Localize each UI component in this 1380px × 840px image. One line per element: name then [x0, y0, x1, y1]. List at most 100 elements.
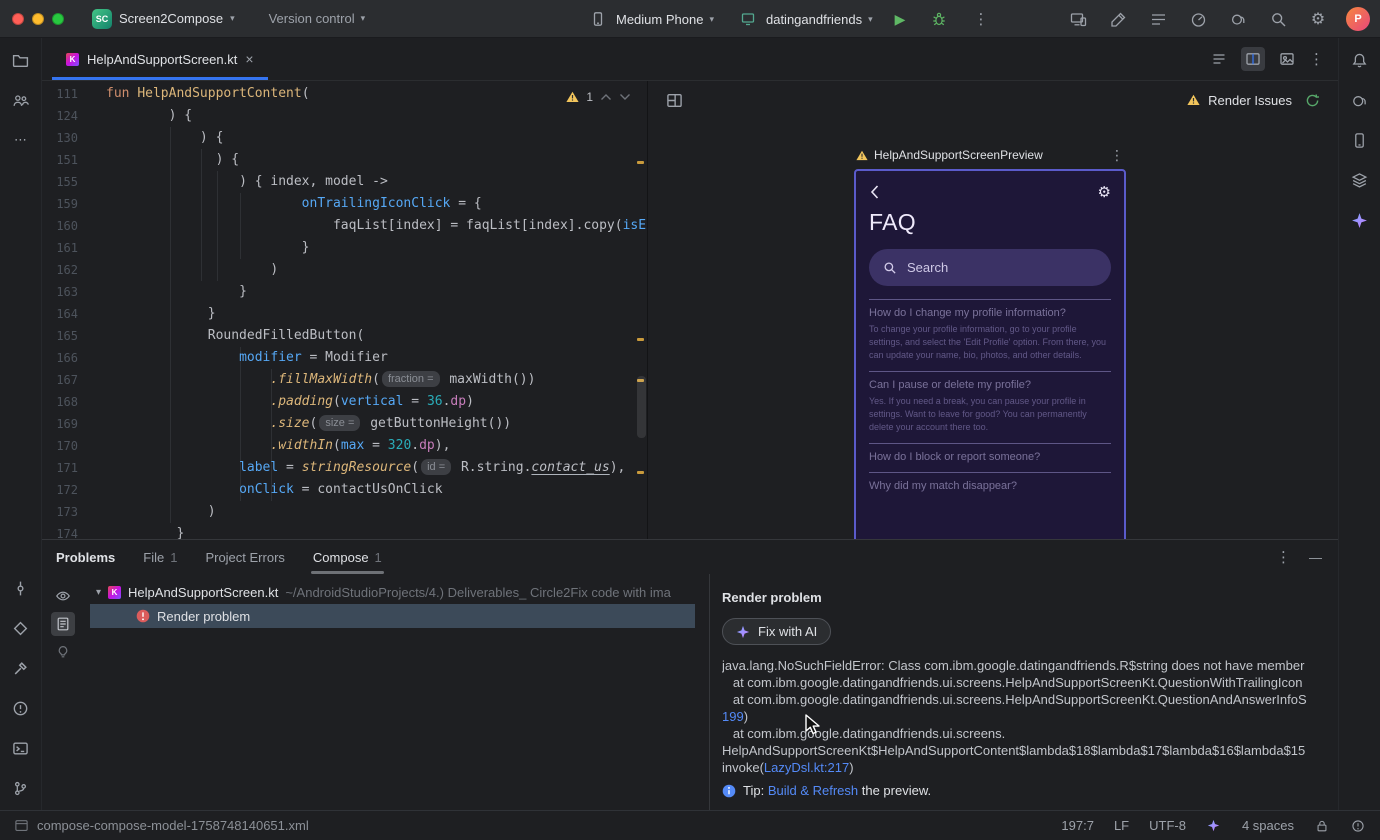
todo-icon[interactable] — [1146, 7, 1170, 31]
minimize-window-button[interactable] — [32, 12, 44, 25]
render-issues-label[interactable]: Render Issues — [1208, 93, 1292, 108]
preview-settings-icon[interactable]: ⚙ — [1098, 183, 1111, 201]
device-selector[interactable]: Medium Phone ▾ — [586, 7, 714, 31]
code-line[interactable]: 130 ) { — [42, 127, 647, 149]
code-line[interactable]: 166 modifier = Modifier — [42, 347, 647, 369]
code-editor[interactable]: 111 fun HelpAndSupportContent(124 ) {130 … — [42, 81, 648, 539]
chevron-down-icon[interactable]: ▾ — [96, 587, 101, 598]
split-mode-icon[interactable] — [1241, 47, 1265, 71]
code-line[interactable]: 163 } — [42, 281, 647, 303]
code-line[interactable]: 151 ) { — [42, 149, 647, 171]
tab-project-errors[interactable]: Project Errors — [205, 540, 284, 574]
gradle-tool-icon[interactable] — [1348, 88, 1372, 112]
code-line[interactable]: 170 .widthIn(max = 320.dp), — [42, 435, 647, 457]
ai-assistant-icon[interactable] — [1106, 7, 1130, 31]
preview-phone-frame[interactable]: ⚙ FAQ Search How do I change my profile … — [854, 169, 1126, 539]
code-line[interactable]: 173 ) — [42, 501, 647, 523]
project-tool-icon[interactable] — [9, 48, 33, 72]
project-selector[interactable]: SC Screen2Compose ▾ — [92, 8, 235, 29]
more-tool-windows-icon[interactable]: ⋯ — [9, 128, 33, 152]
more-run-actions-icon[interactable]: ⋮ — [973, 10, 988, 28]
ui-check-mode-icon[interactable] — [662, 88, 686, 112]
gemini-icon[interactable] — [1348, 208, 1372, 232]
code-line[interactable]: 124 ) { — [42, 105, 647, 127]
editor-scrollbar[interactable] — [637, 376, 646, 438]
tab-options-icon[interactable]: ⋮ — [1309, 50, 1324, 68]
user-avatar[interactable]: P — [1346, 7, 1370, 31]
tab-file[interactable]: File 1 — [143, 540, 177, 574]
details-view-icon[interactable] — [51, 612, 75, 636]
code-line[interactable]: 155 ) { index, model -> — [42, 171, 647, 193]
preview-options-icon[interactable]: ⋮ — [1110, 147, 1124, 164]
notifications-icon[interactable] — [1348, 48, 1372, 72]
code-line[interactable]: 167 .fillMaxWidth(fraction = maxWidth()) — [42, 369, 647, 391]
resource-manager-icon[interactable] — [1348, 168, 1372, 192]
zoom-window-button[interactable] — [52, 12, 64, 25]
code-line[interactable]: 164 } — [42, 303, 647, 325]
build-icon[interactable] — [9, 656, 33, 680]
gemini-status-icon[interactable] — [1206, 818, 1222, 834]
close-window-button[interactable] — [12, 12, 24, 25]
settings-icon[interactable]: ⚙ — [1306, 7, 1330, 31]
commit-icon[interactable] — [9, 576, 33, 600]
fix-with-ai-button[interactable]: Fix with AI — [722, 618, 832, 645]
quick-fix-bulb-icon[interactable] — [51, 640, 75, 664]
code-line[interactable]: 159 onTrailingIconClick = { — [42, 193, 647, 215]
code-line[interactable]: 165 RoundedFilledButton( — [42, 325, 647, 347]
run-config-selector[interactable]: datingandfriends ▾ — [736, 7, 873, 31]
tab-helpandsupportscreen[interactable]: K HelpAndSupportScreen.kt × — [52, 38, 268, 80]
code-mode-icon[interactable] — [1207, 47, 1231, 71]
problems-icon[interactable] — [9, 696, 33, 720]
render-problem-row[interactable]: Render problem — [90, 604, 695, 628]
code-line[interactable]: 168 .padding(vertical = 36.dp) — [42, 391, 647, 413]
code-line[interactable]: 162 ) — [42, 259, 647, 281]
pull-requests-icon[interactable] — [9, 88, 33, 112]
preview-problem-icon[interactable] — [51, 584, 75, 608]
hide-panel-icon[interactable]: — — [1309, 550, 1322, 565]
stack-trace-link[interactable]: LazyDsl.kt:217 — [764, 760, 849, 775]
profiler-icon[interactable] — [1186, 7, 1210, 31]
code-line[interactable]: 172 onClick = contactUsOnClick — [42, 479, 647, 501]
faq-question[interactable]: Can I pause or delete my profile? — [869, 379, 1111, 391]
line-number: 171 — [56, 461, 78, 475]
device-manager-icon[interactable] — [1348, 128, 1372, 152]
back-icon[interactable] — [869, 184, 880, 200]
design-mode-icon[interactable] — [1275, 47, 1299, 71]
indent-setting[interactable]: 4 spaces — [1242, 818, 1294, 833]
build-refresh-icon[interactable] — [1300, 88, 1324, 112]
caret-position[interactable]: 197:7 — [1061, 818, 1094, 833]
faq-search-bar[interactable]: Search — [869, 249, 1111, 286]
code-line[interactable]: 169 .size(size = getButtonHeight()) — [42, 413, 647, 435]
build-variants-icon[interactable] — [9, 616, 33, 640]
stack-trace-link[interactable]: 199 — [722, 709, 744, 724]
tab-compose[interactable]: Compose 1 — [310, 540, 384, 574]
git-icon[interactable] — [9, 776, 33, 800]
code-line[interactable]: 174 } — [42, 523, 647, 539]
search-icon[interactable] — [1266, 7, 1290, 31]
preview-card-label: HelpAndSupportScreenPreview ⋮ — [854, 141, 1126, 169]
panel-options-icon[interactable]: ⋮ — [1276, 548, 1291, 566]
lock-icon[interactable] — [1314, 818, 1330, 834]
code-line[interactable]: 111 fun HelpAndSupportContent( — [42, 83, 647, 105]
mirror-device-icon[interactable] — [1066, 7, 1090, 31]
vcs-widget[interactable]: Version control ▾ — [269, 11, 366, 26]
faq-question[interactable]: How do I change my profile information? — [869, 307, 1111, 319]
statusbar-file[interactable]: compose-compose-model-1758748140651.xml — [14, 818, 309, 833]
faq-question[interactable]: Why did my match disappear? — [869, 480, 1111, 492]
line-separator[interactable]: LF — [1114, 818, 1129, 833]
debug-button[interactable] — [927, 7, 951, 31]
problems-file-row[interactable]: ▾ K HelpAndSupportScreen.kt ~/AndroidStu… — [84, 580, 709, 604]
run-button[interactable]: ▶ — [895, 11, 906, 28]
faq-question[interactable]: How do I block or report someone? — [869, 451, 1111, 463]
build-refresh-link[interactable]: Build & Refresh — [768, 783, 858, 798]
file-encoding[interactable]: UTF-8 — [1149, 818, 1186, 833]
close-tab-icon[interactable]: × — [245, 51, 253, 67]
terminal-icon[interactable] — [9, 736, 33, 760]
code-line[interactable]: 161 } — [42, 237, 647, 259]
code-line[interactable]: 160 faqList[index] = faqList[index].copy… — [42, 215, 647, 237]
inspections-widget[interactable]: 1 — [562, 88, 635, 106]
gradle-icon[interactable] — [1226, 7, 1250, 31]
code-line[interactable]: 171 label = stringResource(id = R.string… — [42, 457, 647, 479]
code-area[interactable]: 111 fun HelpAndSupportContent(124 ) {130 … — [42, 81, 647, 539]
inspections-status-icon[interactable] — [1350, 818, 1366, 834]
